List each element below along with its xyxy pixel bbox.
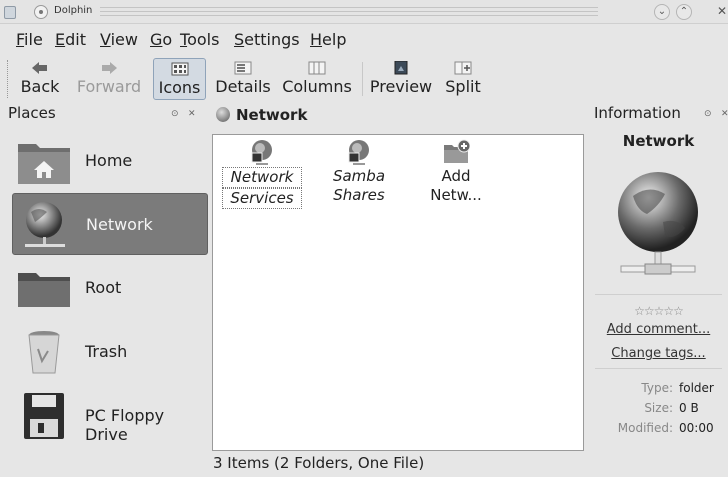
- file-item-network-services[interactable]: Network Services: [222, 139, 302, 209]
- network-service-icon: [251, 140, 272, 165]
- file-view: Network Network Services Samba Shares Ad…: [212, 104, 584, 476]
- file-item-add-network[interactable]: Add Netw...: [416, 139, 496, 205]
- back-button[interactable]: Back: [14, 58, 66, 100]
- preview-button[interactable]: Preview: [368, 58, 434, 100]
- file-name-line1: Samba: [332, 167, 386, 185]
- forward-button[interactable]: Forward: [74, 58, 144, 100]
- location-label: Network: [236, 106, 308, 124]
- window-title: Dolphin: [54, 5, 93, 16]
- minimize-button[interactable]: ⌄: [654, 4, 670, 20]
- places-float-icon[interactable]: ⊙: [171, 109, 179, 119]
- back-arrow-icon: [32, 62, 47, 74]
- preview-icon: [394, 61, 408, 75]
- details-view-button[interactable]: Details: [212, 58, 274, 100]
- place-home[interactable]: Home: [12, 130, 208, 192]
- columns-label: Columns: [282, 77, 352, 96]
- places-title: Places: [8, 104, 56, 122]
- folder-icon: [18, 273, 70, 307]
- place-label: Root: [85, 278, 122, 297]
- pin-icon[interactable]: [34, 5, 48, 19]
- info-title: Information: [594, 104, 681, 122]
- file-item-samba-shares[interactable]: Samba Shares: [319, 139, 399, 205]
- columns-view-button[interactable]: Columns: [280, 58, 354, 100]
- split-label: Split: [445, 77, 481, 96]
- floppy-icon: [24, 393, 64, 439]
- places-splitter[interactable]: [209, 104, 211, 477]
- menu-view[interactable]: View: [100, 30, 138, 49]
- place-network[interactable]: Network: [12, 193, 208, 255]
- meta-size: Size: 0 B: [589, 401, 728, 417]
- info-divider: [595, 294, 722, 295]
- icons-view-icon: [171, 62, 188, 76]
- info-float-icon[interactable]: ⊙: [704, 109, 712, 119]
- network-globe-icon: [216, 107, 230, 122]
- info-close-icon[interactable]: ✕: [721, 109, 728, 119]
- meta-modified-label: Modified:: [617, 421, 673, 435]
- file-name-line2: Services: [222, 188, 302, 209]
- trash-icon: [28, 331, 60, 374]
- place-floppy[interactable]: PC Floppy Drive: [12, 385, 208, 447]
- place-root[interactable]: Root: [12, 257, 208, 319]
- toolbar-separator: [362, 62, 363, 96]
- meta-modified: Modified: 00:00: [589, 421, 728, 437]
- close-button[interactable]: ✕: [714, 4, 728, 20]
- places-close-icon[interactable]: ✕: [188, 109, 196, 119]
- status-bar: 3 Items (2 Folders, One File): [213, 454, 425, 472]
- place-label: Network: [86, 215, 153, 234]
- toolbar-grip[interactable]: [7, 60, 10, 98]
- meta-type: Type: folder: [589, 381, 728, 397]
- details-label: Details: [215, 77, 271, 96]
- place-trash[interactable]: Trash: [12, 321, 208, 383]
- places-panel: Places ⊙ ✕ Home Network Root Trash PC Fl…: [8, 104, 208, 474]
- home-folder-icon: [18, 144, 70, 184]
- meta-type-value: folder: [679, 381, 714, 395]
- network-globe-icon: [25, 202, 65, 247]
- menu-tools[interactable]: Tools: [180, 30, 219, 49]
- meta-modified-value: 00:00: [679, 421, 714, 435]
- forward-label: Forward: [76, 77, 142, 96]
- menu-settings[interactable]: Settings: [234, 30, 300, 49]
- network-service-icon: [348, 140, 369, 165]
- back-label: Back: [20, 77, 60, 96]
- info-item-name: Network: [622, 132, 695, 150]
- rating-stars[interactable]: ☆☆☆☆☆: [589, 304, 728, 318]
- menu-help[interactable]: Help: [310, 30, 346, 49]
- file-name-line1: Add: [441, 167, 471, 185]
- network-globe-icon: [618, 172, 698, 275]
- main-toolbar: Back Forward Icons Details Columns Previ…: [0, 56, 728, 102]
- information-panel: Information ⊙ ✕ Network ☆☆☆☆☆ Add commen…: [589, 104, 728, 477]
- columns-view-icon: [308, 61, 326, 75]
- add-comment-link[interactable]: Add comment...: [589, 322, 728, 337]
- meta-size-value: 0 B: [679, 401, 699, 415]
- forward-arrow-icon: [102, 62, 117, 74]
- icons-label: Icons: [158, 78, 201, 97]
- add-folder-icon: [444, 139, 470, 163]
- info-splitter[interactable]: [586, 104, 588, 477]
- app-icon[interactable]: [4, 6, 16, 19]
- place-label: Trash: [85, 342, 128, 361]
- place-label: Home: [85, 151, 133, 170]
- file-name-line2: Shares: [333, 186, 385, 204]
- menu-bar: File Edit View Go Tools Settings Help: [0, 27, 728, 53]
- icons-view-button[interactable]: Icons: [153, 58, 206, 100]
- title-grip: [100, 7, 598, 16]
- info-divider: [595, 368, 722, 369]
- menu-edit[interactable]: Edit: [55, 30, 86, 49]
- meta-size-label: Size:: [644, 401, 673, 415]
- file-name-line2: Netw...: [430, 186, 482, 204]
- change-tags-link[interactable]: Change tags...: [589, 346, 728, 361]
- place-label: PC Floppy Drive: [85, 406, 165, 444]
- details-view-icon: [234, 61, 252, 75]
- file-name-line1: Network: [222, 167, 302, 188]
- preview-label: Preview: [369, 77, 433, 96]
- split-icon: [454, 61, 472, 75]
- maximize-button[interactable]: ⌃: [676, 4, 692, 20]
- menu-go[interactable]: Go: [150, 30, 172, 49]
- title-bar[interactable]: Dolphin ⌄ ⌃ ✕: [0, 0, 728, 24]
- file-pane[interactable]: Network Services Samba Shares Add Netw..…: [212, 134, 584, 451]
- split-button[interactable]: Split: [440, 58, 486, 100]
- menu-file[interactable]: File: [16, 30, 43, 49]
- meta-type-label: Type:: [641, 381, 673, 395]
